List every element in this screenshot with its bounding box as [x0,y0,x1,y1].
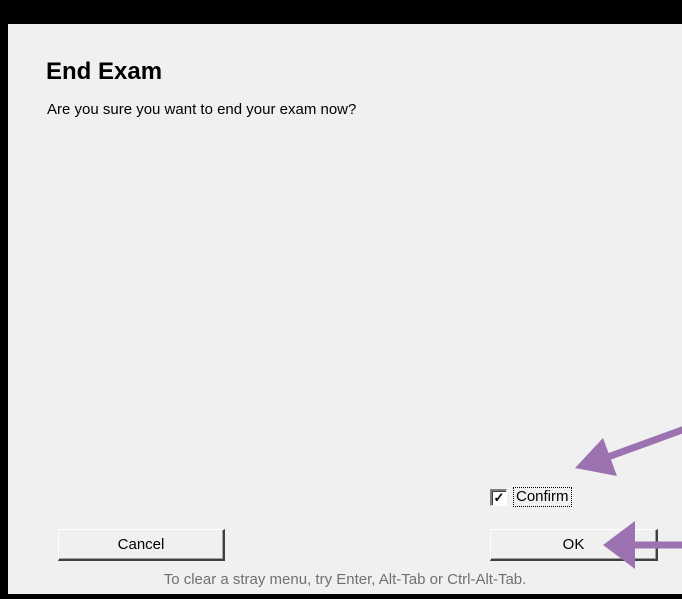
window-bottom-border [0,594,682,599]
confirm-checkbox-row[interactable]: ✓ Confirm [490,486,572,508]
cancel-button[interactable]: Cancel [58,529,225,561]
confirm-label[interactable]: Confirm [513,487,572,507]
window-top-border [0,0,682,24]
end-exam-dialog: End Exam Are you sure you want to end yo… [8,24,682,594]
window-left-border [0,24,8,599]
checkmark-icon: ✓ [493,490,505,505]
dialog-message: Are you sure you want to end your exam n… [47,101,357,118]
dialog-title: End Exam [46,58,163,85]
help-hint-text: To clear a stray menu, try Enter, Alt-Ta… [163,571,527,588]
confirm-checkbox[interactable]: ✓ [490,488,507,506]
ok-button[interactable]: OK [490,529,658,561]
